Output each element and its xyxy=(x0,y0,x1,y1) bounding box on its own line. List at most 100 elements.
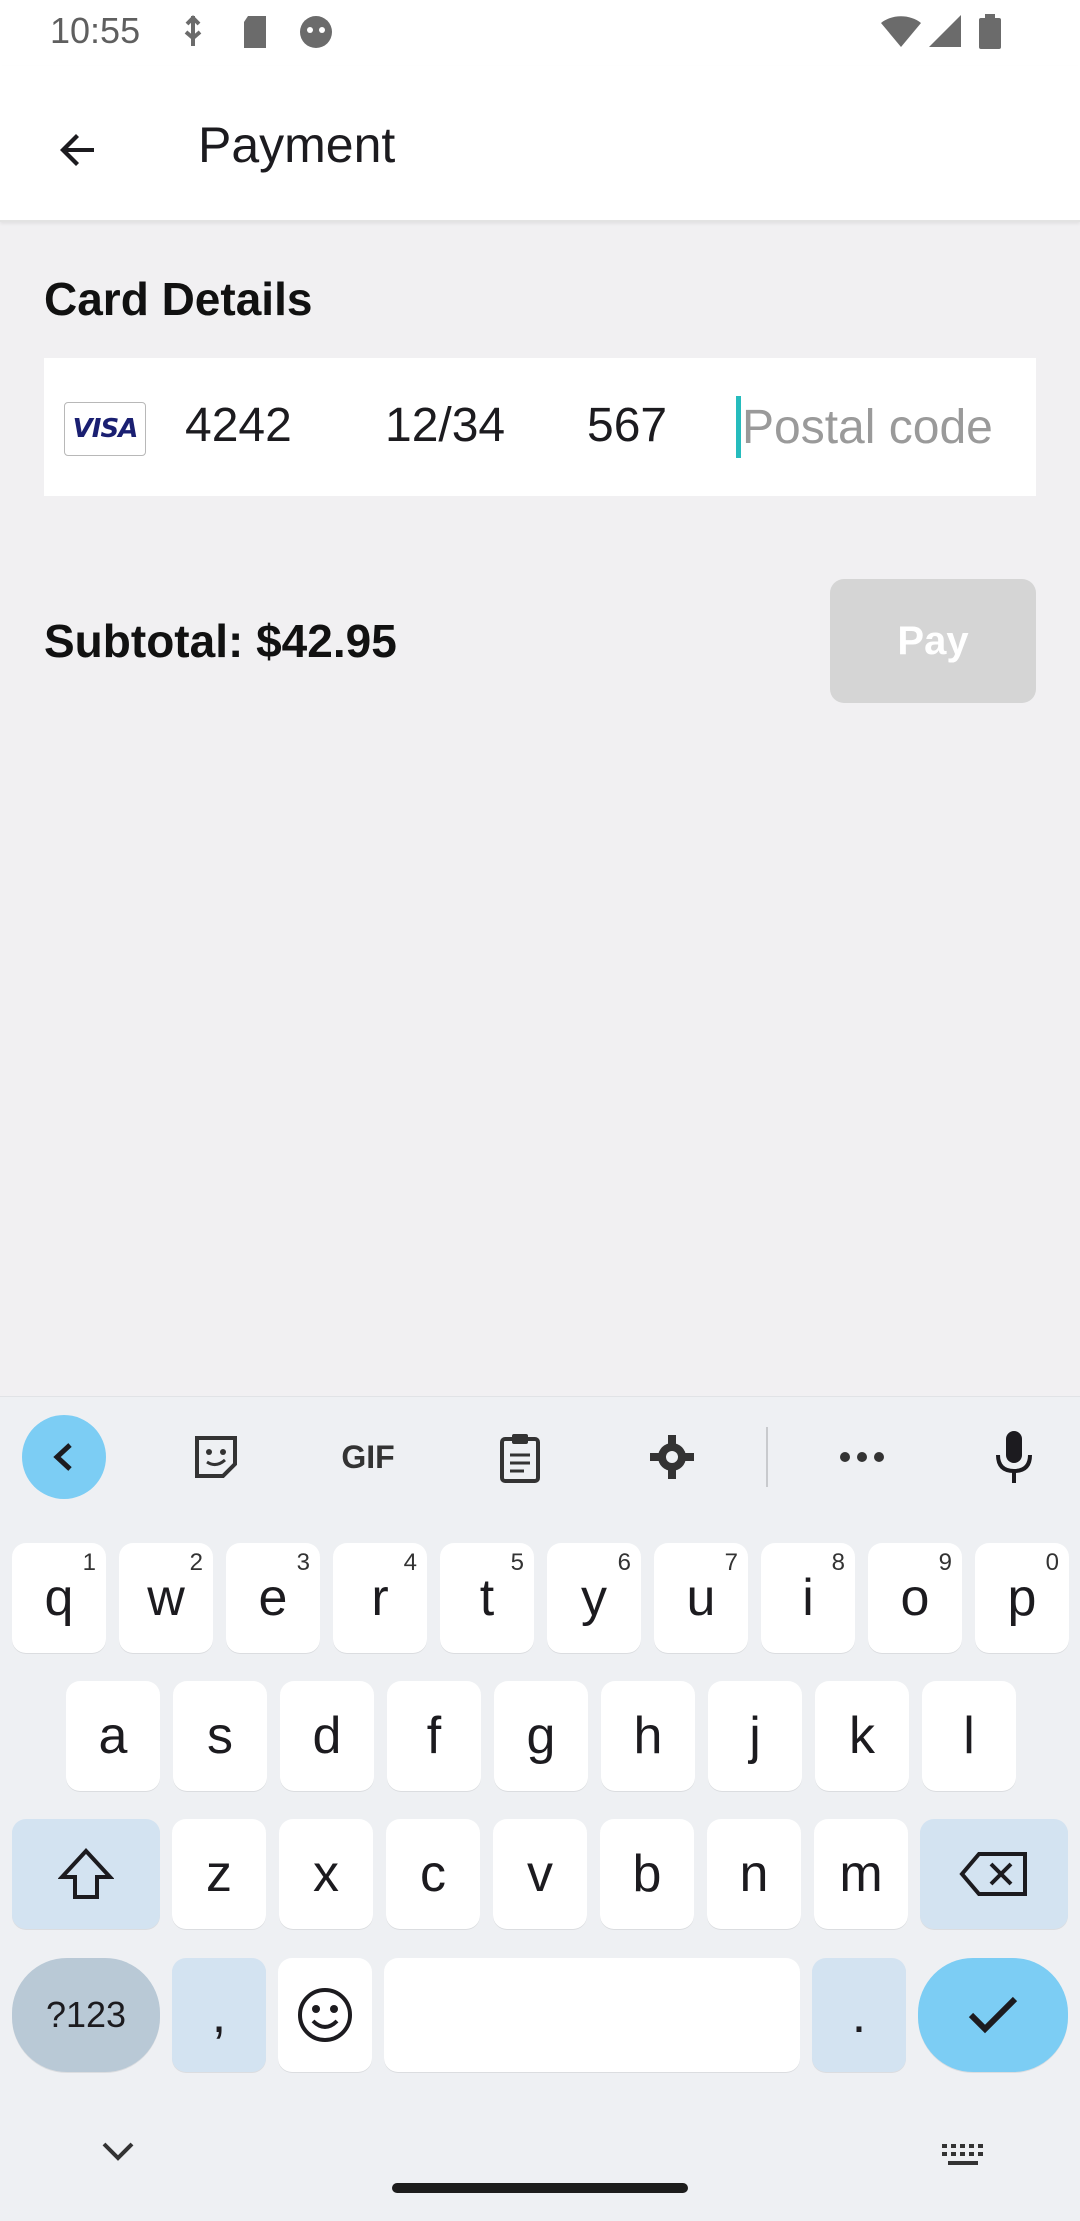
key-number-hint: 2 xyxy=(189,1549,203,1576)
card-input-row[interactable]: VISA 4242 12/34 567 xyxy=(44,358,1036,496)
key-t[interactable]: t5 xyxy=(440,1543,534,1653)
checkmark-icon xyxy=(968,1996,1018,2034)
wifi-icon xyxy=(880,14,922,53)
backspace-key[interactable] xyxy=(920,1819,1068,1929)
key-label: g xyxy=(526,1707,556,1765)
expiry-field[interactable]: 12/34 xyxy=(385,398,505,453)
back-arrow-icon xyxy=(53,1443,72,1471)
pay-button[interactable]: Pay xyxy=(830,579,1036,703)
key-label: r xyxy=(371,1569,389,1627)
key-label: t xyxy=(479,1569,495,1627)
key-r[interactable]: r4 xyxy=(333,1543,427,1653)
key-w[interactable]: w2 xyxy=(119,1543,213,1653)
key-label: z xyxy=(206,1845,232,1903)
comma-key[interactable]: , xyxy=(172,1958,266,2072)
key-a[interactable]: a xyxy=(66,1681,160,1791)
key-number-hint: 4 xyxy=(403,1549,417,1576)
clipboard-icon xyxy=(500,1434,540,1483)
key-u[interactable]: u7 xyxy=(654,1543,748,1653)
period-key[interactable]: . xyxy=(812,1958,906,2072)
key-h[interactable]: h xyxy=(601,1681,695,1791)
voice-input-button[interactable] xyxy=(972,1415,1056,1499)
key-number-hint: 8 xyxy=(831,1549,845,1576)
more-button[interactable] xyxy=(820,1415,904,1499)
key-s[interactable]: s xyxy=(173,1681,267,1791)
visa-card-icon: VISA xyxy=(64,402,146,456)
key-x[interactable]: x xyxy=(279,1819,373,1929)
home-handle[interactable] xyxy=(392,2183,688,2193)
keyboard-collapse-button[interactable] xyxy=(22,1415,106,1499)
text-caret xyxy=(736,396,741,458)
key-label: m xyxy=(839,1845,883,1903)
key-j[interactable]: j xyxy=(708,1681,802,1791)
key-number-hint: 0 xyxy=(1045,1549,1059,1576)
key-label: y xyxy=(581,1569,607,1627)
key-label: h xyxy=(633,1707,663,1765)
keyboard-switch-button[interactable] xyxy=(940,2140,986,2175)
key-m[interactable]: m xyxy=(814,1819,908,1929)
key-n[interactable]: n xyxy=(707,1819,801,1929)
key-label: v xyxy=(527,1845,553,1903)
key-q[interactable]: q1 xyxy=(12,1543,106,1653)
shift-key[interactable] xyxy=(12,1819,160,1929)
keyboard-switch-icon xyxy=(942,2144,983,2165)
postal-code-field[interactable] xyxy=(742,394,1022,460)
emoji-key[interactable] xyxy=(278,1958,372,2072)
key-number-hint: 6 xyxy=(617,1549,631,1576)
key-label: q xyxy=(44,1569,74,1627)
key-g[interactable]: g xyxy=(494,1681,588,1791)
key-label: p xyxy=(1007,1569,1037,1627)
key-y[interactable]: y6 xyxy=(547,1543,641,1653)
subtotal-text: Subtotal: $42.95 xyxy=(44,615,397,667)
card-details-heading: Card Details xyxy=(44,273,313,325)
enter-key[interactable] xyxy=(918,1958,1068,2072)
key-d[interactable]: d xyxy=(280,1681,374,1791)
key-b[interactable]: b xyxy=(600,1819,694,1929)
android-bot-icon xyxy=(298,14,334,55)
key-label: w xyxy=(147,1569,185,1627)
backspace-icon xyxy=(959,1852,1027,1896)
key-number-hint: 7 xyxy=(724,1549,738,1576)
key-label: o xyxy=(900,1569,930,1627)
key-number-hint: 5 xyxy=(510,1549,524,1576)
toolbar-divider xyxy=(766,1427,768,1487)
key-label: a xyxy=(98,1707,128,1765)
keyboard-settings-button[interactable] xyxy=(630,1415,714,1499)
key-o[interactable]: o9 xyxy=(868,1543,962,1653)
key-label: s xyxy=(207,1707,233,1765)
space-key[interactable] xyxy=(384,1958,800,2072)
key-label: e xyxy=(258,1569,288,1627)
key-label: j xyxy=(749,1707,761,1765)
more-icon xyxy=(840,1452,884,1462)
key-p[interactable]: p0 xyxy=(975,1543,1069,1653)
key-label: k xyxy=(849,1707,875,1765)
key-v[interactable]: v xyxy=(493,1819,587,1929)
sd-card-icon xyxy=(240,14,270,55)
mic-icon xyxy=(996,1431,1032,1483)
key-z[interactable]: z xyxy=(172,1819,266,1929)
clipboard-button[interactable] xyxy=(478,1415,562,1499)
key-k[interactable]: k xyxy=(815,1681,909,1791)
key-e[interactable]: e3 xyxy=(226,1543,320,1653)
symbols-key[interactable]: ?123 xyxy=(12,1958,160,2072)
gear-icon xyxy=(650,1435,694,1479)
key-label: n xyxy=(739,1845,769,1903)
key-label: f xyxy=(426,1707,442,1765)
soft-keyboard: GIF q1w2e3r4t5y6u7i8o9p0 asdfghjkl zxcvb… xyxy=(0,1396,1080,2221)
card-number-field[interactable]: 4242 xyxy=(185,398,292,453)
shift-icon xyxy=(58,1848,114,1899)
key-i[interactable]: i8 xyxy=(761,1543,855,1653)
key-f[interactable]: f xyxy=(387,1681,481,1791)
key-c[interactable]: c xyxy=(386,1819,480,1929)
key-label: c xyxy=(420,1845,446,1903)
usb-debug-icon xyxy=(178,14,208,55)
page-title: Payment xyxy=(198,117,396,173)
cvc-field[interactable]: 567 xyxy=(587,398,667,453)
gif-icon: GIF xyxy=(341,1438,395,1475)
gif-button[interactable]: GIF xyxy=(326,1415,410,1499)
postal-code-container[interactable] xyxy=(736,394,1036,460)
hide-keyboard-button[interactable] xyxy=(100,2140,136,2169)
key-l[interactable]: l xyxy=(922,1681,1016,1791)
back-button[interactable] xyxy=(38,110,118,190)
sticker-button[interactable] xyxy=(174,1415,258,1499)
